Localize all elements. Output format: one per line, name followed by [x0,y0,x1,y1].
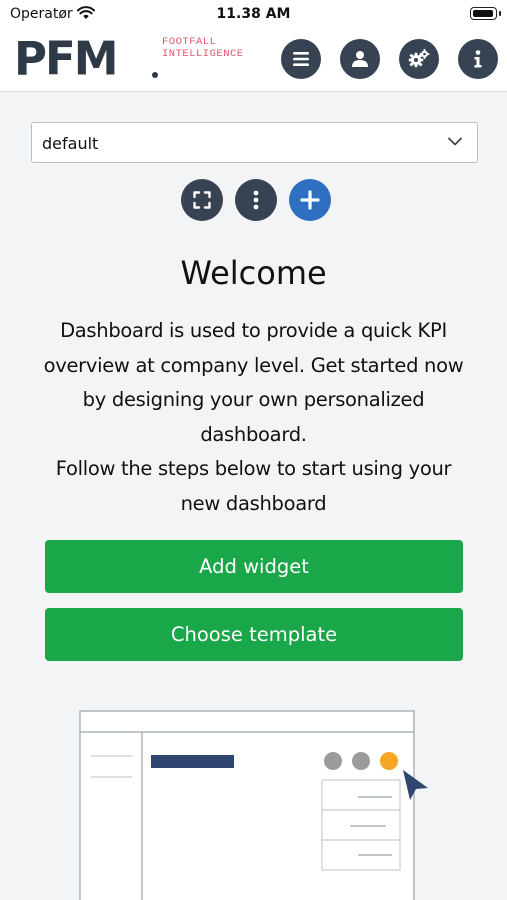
dashboard-illustration [79,710,428,900]
fullscreen-icon [193,191,211,209]
user-button[interactable] [340,39,380,79]
battery-icon [470,7,501,20]
clock: 11.38 AM [216,6,291,22]
welcome-text-2: Follow the steps below to start using yo… [55,457,452,515]
chevron-down-icon [448,137,462,146]
fullscreen-button[interactable] [181,179,223,221]
more-options-button[interactable] [235,179,277,221]
welcome-text-1: Dashboard is used to provide a quick KPI… [43,319,464,446]
plus-icon [300,190,320,210]
menu-icon [293,52,309,66]
settings-button[interactable] [399,39,439,79]
logo-tagline-line-1: FOOTFALL [162,36,217,48]
add-widget-button[interactable]: Add widget [45,540,463,593]
battery-level [473,10,493,17]
logo-tagline-line-2: INTELLIGENCE [162,48,244,60]
logo-tagline: FOOTFALL INTELLIGENCE [162,36,244,60]
add-dashboard-button[interactable] [289,179,331,221]
app-header: PFM FOOTFALL INTELLIGENCE [0,30,507,92]
info-icon [474,50,482,68]
menu-button[interactable] [281,39,321,79]
user-icon [352,51,368,67]
welcome-description: Dashboard is used to provide a quick KPI… [40,314,467,521]
dashboard-select-value: default [42,134,99,153]
logo-dot [152,72,158,78]
status-bar: Operatør 11.38 AM [0,0,507,30]
welcome-title: Welcome [180,254,327,292]
choose-template-button[interactable]: Choose template [45,608,463,661]
logo-text: PFM [14,31,119,86]
dashboard-select[interactable]: default [31,122,478,163]
more-vertical-icon [253,190,259,210]
info-button[interactable] [458,39,498,79]
settings-icon [408,49,430,68]
